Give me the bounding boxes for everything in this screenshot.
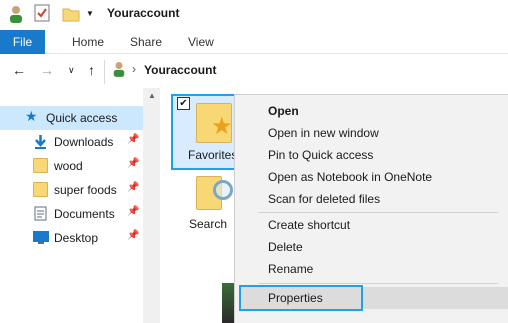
menu-separator (258, 283, 498, 284)
location-user-icon (112, 61, 126, 80)
nav-item-documents[interactable]: Documents 📌 (0, 202, 143, 226)
pin-icon[interactable]: 📌 (127, 182, 139, 193)
user-icon[interactable] (8, 5, 24, 26)
customize-dropdown-icon[interactable]: ▼ (86, 9, 94, 18)
menu-item-open[interactable]: Open (268, 104, 299, 118)
breadcrumb-path[interactable]: Youraccount (144, 63, 216, 77)
properties-check-icon[interactable] (34, 4, 50, 25)
nav-item-label: Documents (54, 207, 115, 221)
new-folder-icon[interactable] (62, 6, 80, 25)
nav-item-wood[interactable]: wood 📌 (0, 154, 143, 178)
content-item-partial[interactable] (222, 283, 234, 323)
pin-icon[interactable]: 📌 (127, 230, 139, 241)
nav-item-label: Downloads (54, 135, 114, 149)
properties-highlight (239, 285, 363, 311)
nav-item-label: wood (54, 159, 83, 173)
folder-icon (33, 182, 48, 197)
menu-item-rename[interactable]: Rename (268, 262, 313, 276)
scroll-up-icon[interactable]: ▲ (148, 91, 156, 100)
nav-item-label: Desktop (54, 231, 99, 245)
nav-item-label: super foods (54, 183, 117, 197)
menu-item-pin-quick-access[interactable]: Pin to Quick access (268, 148, 373, 162)
recent-locations-icon[interactable]: ∨ (68, 65, 75, 76)
menu-separator (258, 212, 498, 213)
address-row: ← → ∨ ↑ (0, 55, 508, 87)
content-item-label[interactable]: Search (189, 217, 227, 231)
menu-item-create-shortcut[interactable]: Create shortcut (268, 218, 350, 232)
star-icon: ★ (211, 113, 233, 140)
forward-arrow-icon[interactable]: → (40, 62, 54, 78)
menu-item-open-onenote[interactable]: Open as Notebook in OneNote (268, 170, 432, 184)
folder-icon (33, 158, 48, 173)
tab-share[interactable]: Share (130, 30, 162, 54)
tab-home[interactable]: Home (72, 30, 104, 54)
nav-item-quick-access[interactable]: ★ Quick access (0, 106, 143, 130)
nav-item-desktop[interactable]: Desktop 📌 (0, 226, 143, 250)
pin-icon[interactable]: 📌 (127, 134, 139, 145)
content-item-label: Favorites (188, 148, 238, 162)
navigation-pane: ★ Quick access Downloads 📌 wood 📌 super … (0, 88, 143, 323)
menu-item-open-new-window[interactable]: Open in new window (268, 126, 379, 140)
download-arrow-icon (33, 134, 48, 149)
pin-icon[interactable]: 📌 (127, 206, 139, 217)
item-checkbox[interactable]: ✔ (177, 97, 190, 110)
ribbon-tabs: File Home Share View (0, 30, 508, 54)
menu-item-delete[interactable]: Delete (268, 240, 303, 254)
tab-view[interactable]: View (188, 30, 214, 54)
up-arrow-icon[interactable]: ↑ (88, 62, 95, 78)
nav-item-downloads[interactable]: Downloads 📌 (0, 130, 143, 154)
nav-pane-scrollbar[interactable] (143, 88, 160, 323)
nav-item-super-foods[interactable]: super foods 📌 (0, 178, 143, 202)
nav-item-label: Quick access (46, 111, 118, 125)
star-icon: ★ (25, 108, 38, 124)
window-title: Youraccount (107, 6, 180, 20)
magnifier-icon (213, 180, 233, 200)
breadcrumb-chevron-icon[interactable]: › (132, 62, 136, 76)
menu-item-scan-deleted[interactable]: Scan for deleted files (268, 192, 380, 206)
back-arrow-icon[interactable]: ← (12, 62, 26, 78)
desktop-icon (33, 230, 49, 245)
tab-file[interactable]: File (0, 30, 45, 54)
pin-icon[interactable]: 📌 (127, 158, 139, 169)
documents-icon (33, 206, 48, 221)
title-bar: ▼ Youraccount (0, 0, 508, 30)
